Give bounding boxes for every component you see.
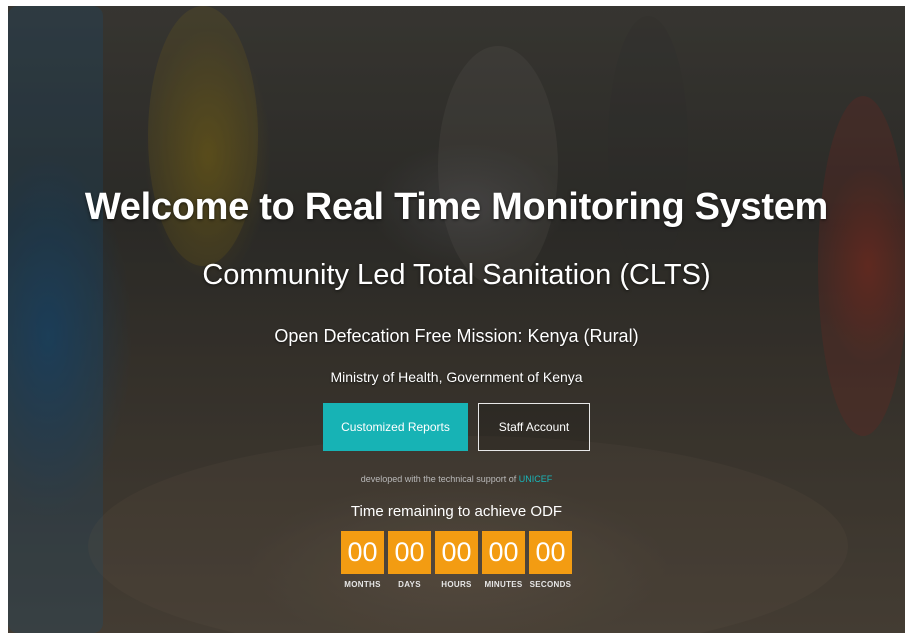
countdown-months: 00 MONTHS (341, 531, 384, 589)
action-buttons: Customized Reports Staff Account (8, 403, 905, 451)
staff-account-button[interactable]: Staff Account (478, 403, 590, 451)
countdown-label: HOURS (441, 580, 472, 589)
countdown-value: 00 (341, 531, 384, 574)
countdown-days: 00 DAYS (388, 531, 431, 589)
countdown-minutes: 00 MINUTES (482, 531, 525, 589)
countdown-title: Time remaining to achieve ODF (350, 503, 563, 520)
countdown-value: 00 (435, 531, 478, 574)
countdown-value: 00 (482, 531, 525, 574)
support-note: developed with the technical support of … (8, 474, 905, 484)
support-text: developed with the technical support of (360, 474, 519, 484)
page-title: Welcome to Real Time Monitoring System (84, 186, 829, 228)
countdown-label: SECONDS (529, 580, 572, 589)
countdown-label: MINUTES (484, 580, 523, 589)
countdown-value: 00 (529, 531, 572, 574)
hero-content: Welcome to Real Time Monitoring System C… (8, 6, 905, 633)
hero-section: Welcome to Real Time Monitoring System C… (8, 6, 905, 633)
customized-reports-button[interactable]: Customized Reports (323, 403, 468, 451)
countdown-seconds: 00 SECONDS (529, 531, 572, 589)
countdown-value: 00 (388, 531, 431, 574)
ministry-text: Ministry of Health, Government of Kenya (330, 369, 583, 385)
unicef-link[interactable]: UNICEF (519, 474, 553, 484)
countdown-label: MONTHS (344, 580, 381, 589)
countdown-hours: 00 HOURS (435, 531, 478, 589)
countdown-timer: 00 MONTHS 00 DAYS 00 HOURS 00 MINUTES 00… (8, 531, 905, 589)
mission-text: Open Defecation Free Mission: Kenya (Rur… (274, 326, 639, 346)
countdown-label: DAYS (398, 580, 421, 589)
page-subtitle: Community Led Total Sanitation (CLTS) (202, 259, 711, 291)
